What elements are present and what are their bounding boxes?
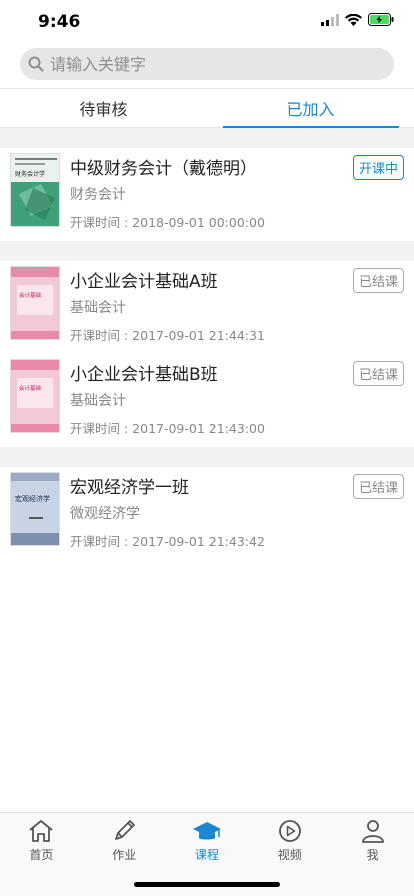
cover-title: 宏观经济学 — [15, 494, 50, 503]
tabbar-label: 作业 — [112, 848, 137, 862]
course-title: 宏观经济学一班 — [70, 478, 189, 498]
tab-joined[interactable]: 已加入 — [207, 89, 414, 127]
course-item[interactable]: 会计基础 小企业会计基础B班 基础会计 开课时间 : 2017-09-01 21… — [0, 354, 414, 447]
play-circle-icon — [278, 820, 301, 842]
course-subject: 基础会计 — [70, 300, 126, 316]
course-item[interactable]: 会计基础 小企业会计基础A班 基础会计 开课时间 : 2017-09-01 21… — [0, 261, 414, 354]
course-subject: 基础会计 — [70, 393, 126, 409]
status-bar: 9:46 — [0, 0, 414, 44]
cover-title: 财务会计学 — [15, 170, 45, 178]
course-start-time: 开课时间 : 2018-09-01 00:00:00 — [70, 215, 265, 230]
tabbar-label: 首页 — [29, 848, 54, 862]
pencil-icon — [115, 820, 136, 840]
cover-title: 会计基础 — [19, 291, 42, 299]
status-badge: 已结课 — [352, 474, 404, 499]
status-badge: 开课中 — [352, 155, 404, 180]
status-badge: 已结课 — [352, 361, 404, 386]
tab-pending[interactable]: 待审核 — [0, 89, 207, 127]
course-title: 小企业会计基础B班 — [70, 365, 218, 385]
section-divider — [0, 241, 414, 261]
course-item[interactable]: 财务会计学 中级财务会计（戴德明） 财务会计 开课时间 : 2018-09-01… — [0, 148, 414, 241]
segment-tabs: 待审核 已加入 — [0, 88, 414, 128]
tabbar-item-home[interactable]: 首页 — [0, 813, 83, 896]
status-icons — [321, 13, 394, 26]
tabbar-item-me[interactable]: 我 — [331, 813, 414, 896]
course-cover: 财务会计学 — [10, 153, 60, 227]
search-bar[interactable] — [20, 48, 394, 80]
cover-title: 会计基础 — [19, 384, 42, 392]
section-divider — [0, 447, 414, 467]
wifi-icon — [345, 13, 362, 26]
course-cover: 宏观经济学 — [10, 472, 60, 546]
course-subject: 财务会计 — [70, 187, 126, 203]
course-subject: 微观经济学 — [70, 506, 140, 522]
course-start-time: 开课时间 : 2017-09-01 21:43:42 — [70, 534, 265, 549]
status-time: 9:46 — [38, 12, 81, 32]
course-title: 小企业会计基础A班 — [70, 272, 218, 292]
course-cover: 会计基础 — [10, 359, 60, 433]
search-input[interactable] — [50, 54, 370, 74]
home-icon — [29, 820, 53, 842]
signal-icon — [321, 13, 339, 26]
course-title: 中级财务会计（戴德明） — [70, 159, 257, 179]
course-start-time: 开课时间 : 2017-09-01 21:43:00 — [70, 421, 265, 436]
battery-charging-icon — [368, 13, 394, 26]
course-item[interactable]: 宏观经济学 宏观经济学一班 微观经济学 开课时间 : 2017-09-01 21… — [0, 467, 414, 560]
status-badge: 已结课 — [352, 268, 404, 293]
search-icon — [28, 56, 44, 72]
tabbar-label: 视频 — [277, 848, 302, 862]
tabbar-label: 我 — [366, 848, 379, 862]
course-cover: 会计基础 — [10, 266, 60, 340]
user-icon — [361, 820, 384, 843]
section-divider — [0, 128, 414, 148]
home-indicator — [134, 882, 280, 887]
course-start-time: 开课时间 : 2017-09-01 21:44:31 — [70, 328, 265, 343]
graduation-cap-icon — [192, 822, 221, 840]
tabbar-label: 课程 — [194, 848, 219, 862]
